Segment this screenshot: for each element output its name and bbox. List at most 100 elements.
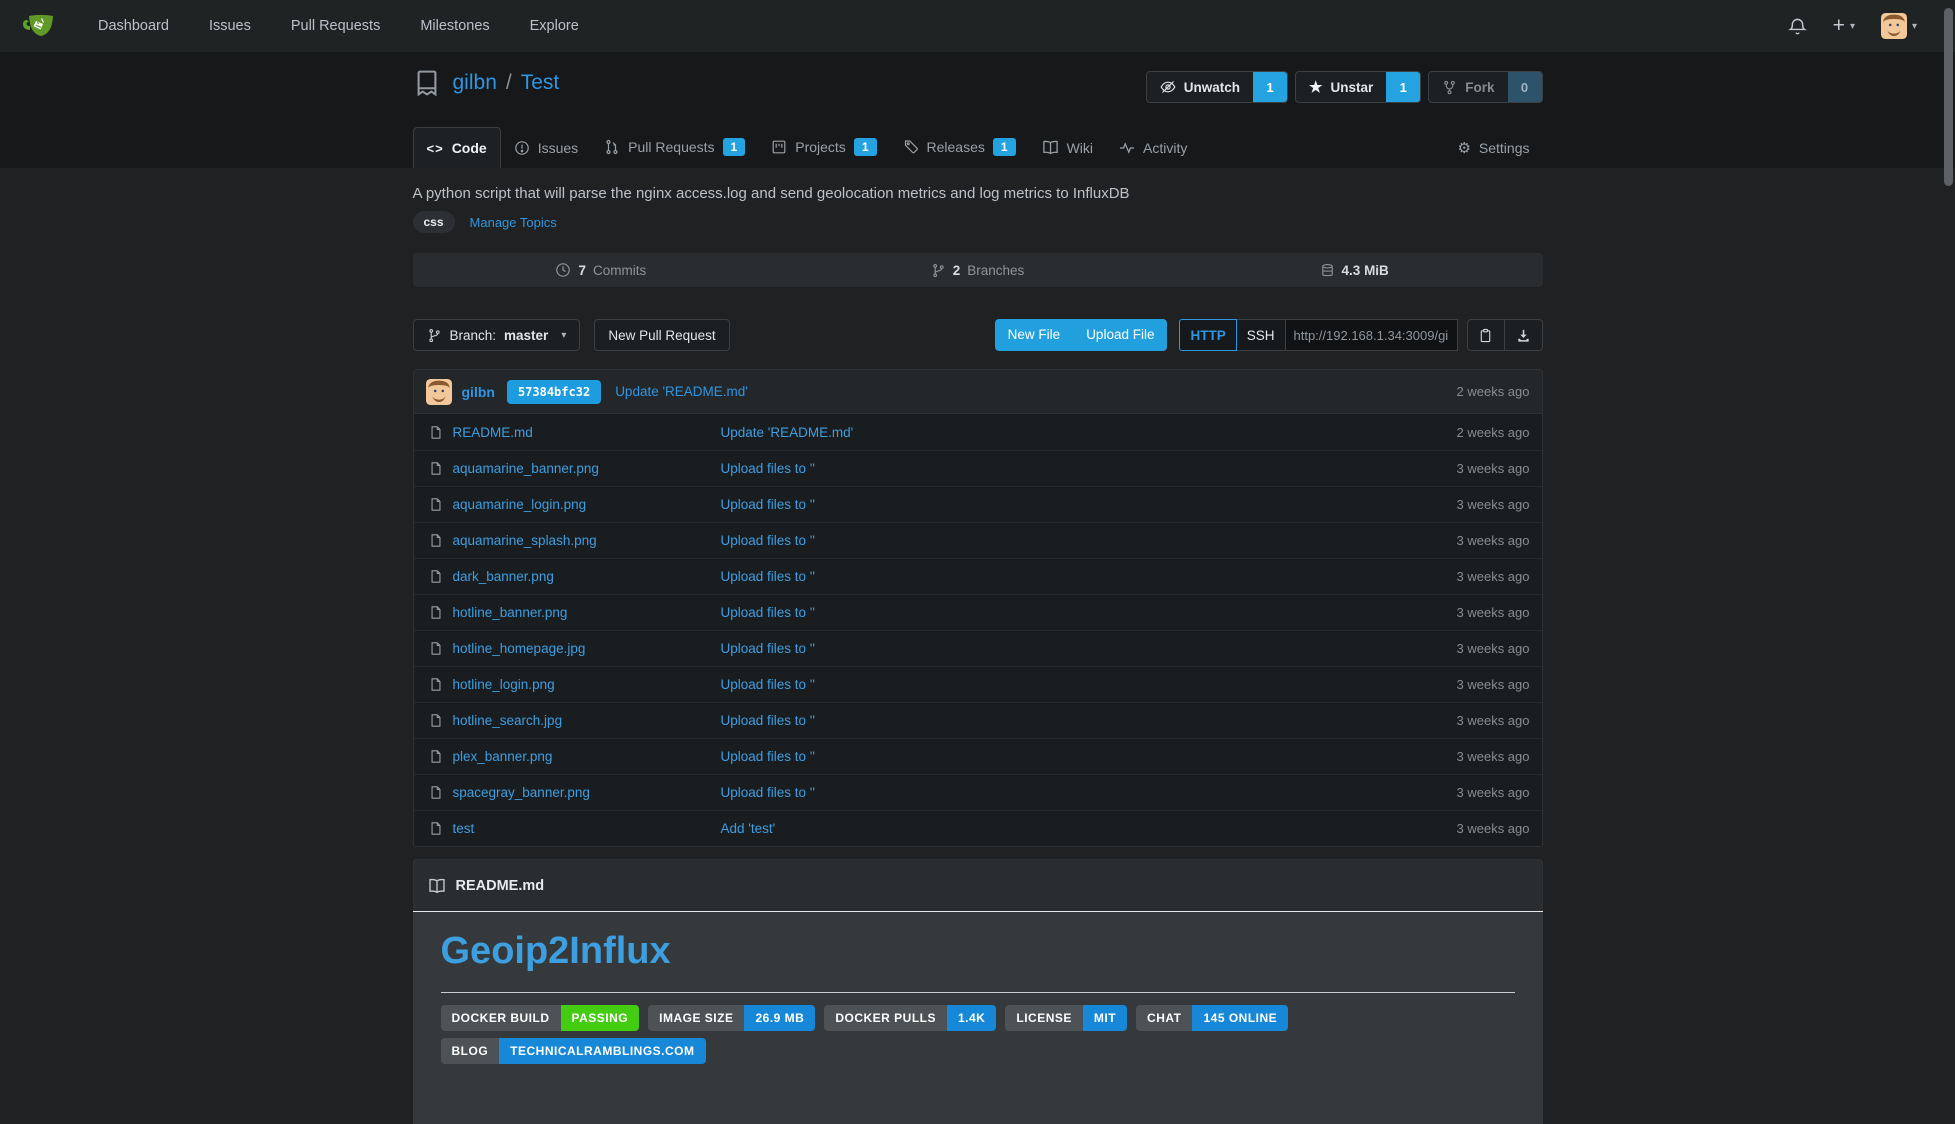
badge-value: 145 ONLINE xyxy=(1192,1005,1288,1031)
branch-selector[interactable]: Branch:master ▾ xyxy=(413,319,581,351)
file-age: 3 weeks ago xyxy=(1457,461,1530,476)
readme-badge[interactable]: CHAT 145 ONLINE xyxy=(1136,1005,1288,1031)
file-name-link[interactable]: hotline_login.png xyxy=(453,677,721,692)
topics-row: css Manage Topics xyxy=(413,211,1543,233)
repo-owner-link[interactable]: gilbn xyxy=(453,71,497,94)
http-protocol-button[interactable]: HTTP xyxy=(1179,319,1236,351)
gitea-logo-icon[interactable] xyxy=(22,10,54,42)
readme-badge[interactable]: LICENSE MIT xyxy=(1005,1005,1127,1031)
new-pull-request-button[interactable]: New Pull Request xyxy=(594,319,729,351)
clone-url-group: HTTP SSH xyxy=(1179,319,1457,351)
upload-file-button[interactable]: Upload File xyxy=(1073,319,1167,351)
nav-item-milestones[interactable]: Milestones xyxy=(420,18,489,34)
repo-name-link[interactable]: Test xyxy=(521,71,560,94)
file-name-link[interactable]: aquamarine_splash.png xyxy=(453,533,721,548)
open-book-icon xyxy=(428,877,446,895)
tag-icon xyxy=(903,139,919,155)
file-commit-message-link[interactable]: Upload files to '' xyxy=(721,677,815,692)
tab-issues[interactable]: Issues xyxy=(501,128,591,168)
badge-label: DOCKER BUILD xyxy=(441,1005,561,1031)
file-commit-message-link[interactable]: Add 'test' xyxy=(721,821,776,836)
table-row: test Add 'test' 3 weeks ago xyxy=(414,810,1542,846)
manage-topics-link[interactable]: Manage Topics xyxy=(470,215,557,230)
pull-requests-count-badge: 1 xyxy=(723,138,746,156)
file-name-link[interactable]: dark_banner.png xyxy=(453,569,721,584)
tab-activity[interactable]: Activity xyxy=(1106,128,1200,168)
commit-author-avatar[interactable] xyxy=(426,379,452,405)
file-icon xyxy=(429,461,443,476)
file-age: 3 weeks ago xyxy=(1457,569,1530,584)
file-age: 3 weeks ago xyxy=(1457,677,1530,692)
file-commit-message-link[interactable]: Upload files to '' xyxy=(721,749,815,764)
user-menu[interactable]: ▾ xyxy=(1881,13,1917,39)
file-name-link[interactable]: hotline_banner.png xyxy=(453,605,721,620)
issue-icon xyxy=(514,140,530,156)
nav-item-dashboard[interactable]: Dashboard xyxy=(98,18,169,34)
nav-item-issues[interactable]: Issues xyxy=(209,18,251,34)
repo-icon xyxy=(413,69,441,97)
readme-header-bar: README.md xyxy=(413,859,1543,911)
copy-clipboard-button[interactable] xyxy=(1467,319,1505,351)
nav-item-pull-requests[interactable]: Pull Requests xyxy=(291,18,380,34)
file-age: 3 weeks ago xyxy=(1457,641,1530,656)
file-commit-message-link[interactable]: Update 'README.md' xyxy=(721,425,854,440)
file-commit-message-link[interactable]: Upload files to '' xyxy=(721,569,815,584)
tab-wiki[interactable]: Wiki xyxy=(1029,127,1106,168)
unstar-button[interactable]: ★ Unstar 1 xyxy=(1295,71,1421,103)
watch-count-badge[interactable]: 1 xyxy=(1253,72,1287,102)
file-name-link[interactable]: README.md xyxy=(453,425,721,440)
branches-stat[interactable]: 2Branches xyxy=(789,253,1166,287)
file-commit-message-link[interactable]: Upload files to '' xyxy=(721,461,815,476)
file-commit-message-link[interactable]: Upload files to '' xyxy=(721,533,815,548)
file-icon xyxy=(429,605,443,620)
file-name-link[interactable]: hotline_search.jpg xyxy=(453,713,721,728)
clone-url-input[interactable] xyxy=(1286,319,1458,351)
notifications-bell-icon[interactable] xyxy=(1788,17,1807,36)
file-name-link[interactable]: spacegray_banner.png xyxy=(453,785,721,800)
readme-badge[interactable]: DOCKER PULLS 1.4K xyxy=(824,1005,996,1031)
create-new-button[interactable]: +▾ xyxy=(1833,14,1855,38)
badge-value: 26.9 MB xyxy=(744,1005,815,1031)
unwatch-button[interactable]: Unwatch 1 xyxy=(1146,71,1288,103)
file-name-link[interactable]: aquamarine_login.png xyxy=(453,497,721,512)
badge-value: 1.4K xyxy=(947,1005,996,1031)
star-count-badge[interactable]: 1 xyxy=(1386,72,1420,102)
file-icon xyxy=(429,569,443,584)
commit-author-link[interactable]: gilbn xyxy=(462,384,495,400)
file-commit-message-link[interactable]: Upload files to '' xyxy=(721,605,815,620)
file-name-link[interactable]: test xyxy=(453,821,721,836)
gear-icon: ⚙ xyxy=(1457,141,1470,156)
file-name-link[interactable]: plex_banner.png xyxy=(453,749,721,764)
file-commit-message-link[interactable]: Upload files to '' xyxy=(721,713,815,728)
new-file-button[interactable]: New File xyxy=(995,319,1074,351)
file-name-link[interactable]: aquamarine_banner.png xyxy=(453,461,721,476)
file-name-link[interactable]: hotline_homepage.jpg xyxy=(453,641,721,656)
nav-item-explore[interactable]: Explore xyxy=(530,18,579,34)
file-age: 2 weeks ago xyxy=(1457,425,1530,440)
readme-badge[interactable]: IMAGE SIZE 26.9 MB xyxy=(648,1005,815,1031)
file-commit-message-link[interactable]: Upload files to '' xyxy=(721,641,815,656)
commit-message-link[interactable]: Update 'README.md' xyxy=(615,384,748,399)
badge-label: LICENSE xyxy=(1005,1005,1083,1031)
file-commit-message-link[interactable]: Upload files to '' xyxy=(721,497,815,512)
tab-releases[interactable]: Releases 1 xyxy=(890,126,1029,168)
readme-title: Geoip2Influx xyxy=(441,928,1515,974)
table-row: aquamarine_splash.png Upload files to ''… xyxy=(414,522,1542,558)
fork-count-badge[interactable]: 0 xyxy=(1508,72,1542,102)
tab-settings[interactable]: ⚙ Settings xyxy=(1444,128,1542,168)
download-button[interactable] xyxy=(1505,319,1543,351)
ssh-protocol-button[interactable]: SSH xyxy=(1237,319,1286,351)
commits-stat[interactable]: 7Commits xyxy=(413,253,790,287)
readme-badges-row-1: DOCKER BUILD PASSING IMAGE SIZE 26.9 MB … xyxy=(441,1005,1515,1031)
file-commit-message-link[interactable]: Upload files to '' xyxy=(721,785,815,800)
topic-badge-css[interactable]: css xyxy=(413,211,455,233)
database-icon xyxy=(1320,263,1335,278)
commit-hash-badge[interactable]: 57384bfc32 xyxy=(507,380,601,404)
readme-badge[interactable]: DOCKER BUILD PASSING xyxy=(441,1005,640,1031)
fork-button[interactable]: Fork 0 xyxy=(1428,71,1542,103)
projects-count-badge: 1 xyxy=(854,138,877,156)
page-scrollbar[interactable] xyxy=(1944,8,1953,186)
tab-projects[interactable]: Projects 1 xyxy=(758,126,889,168)
tab-pull-requests[interactable]: Pull Requests 1 xyxy=(591,126,758,168)
tab-code[interactable]: <> Code xyxy=(413,127,501,168)
